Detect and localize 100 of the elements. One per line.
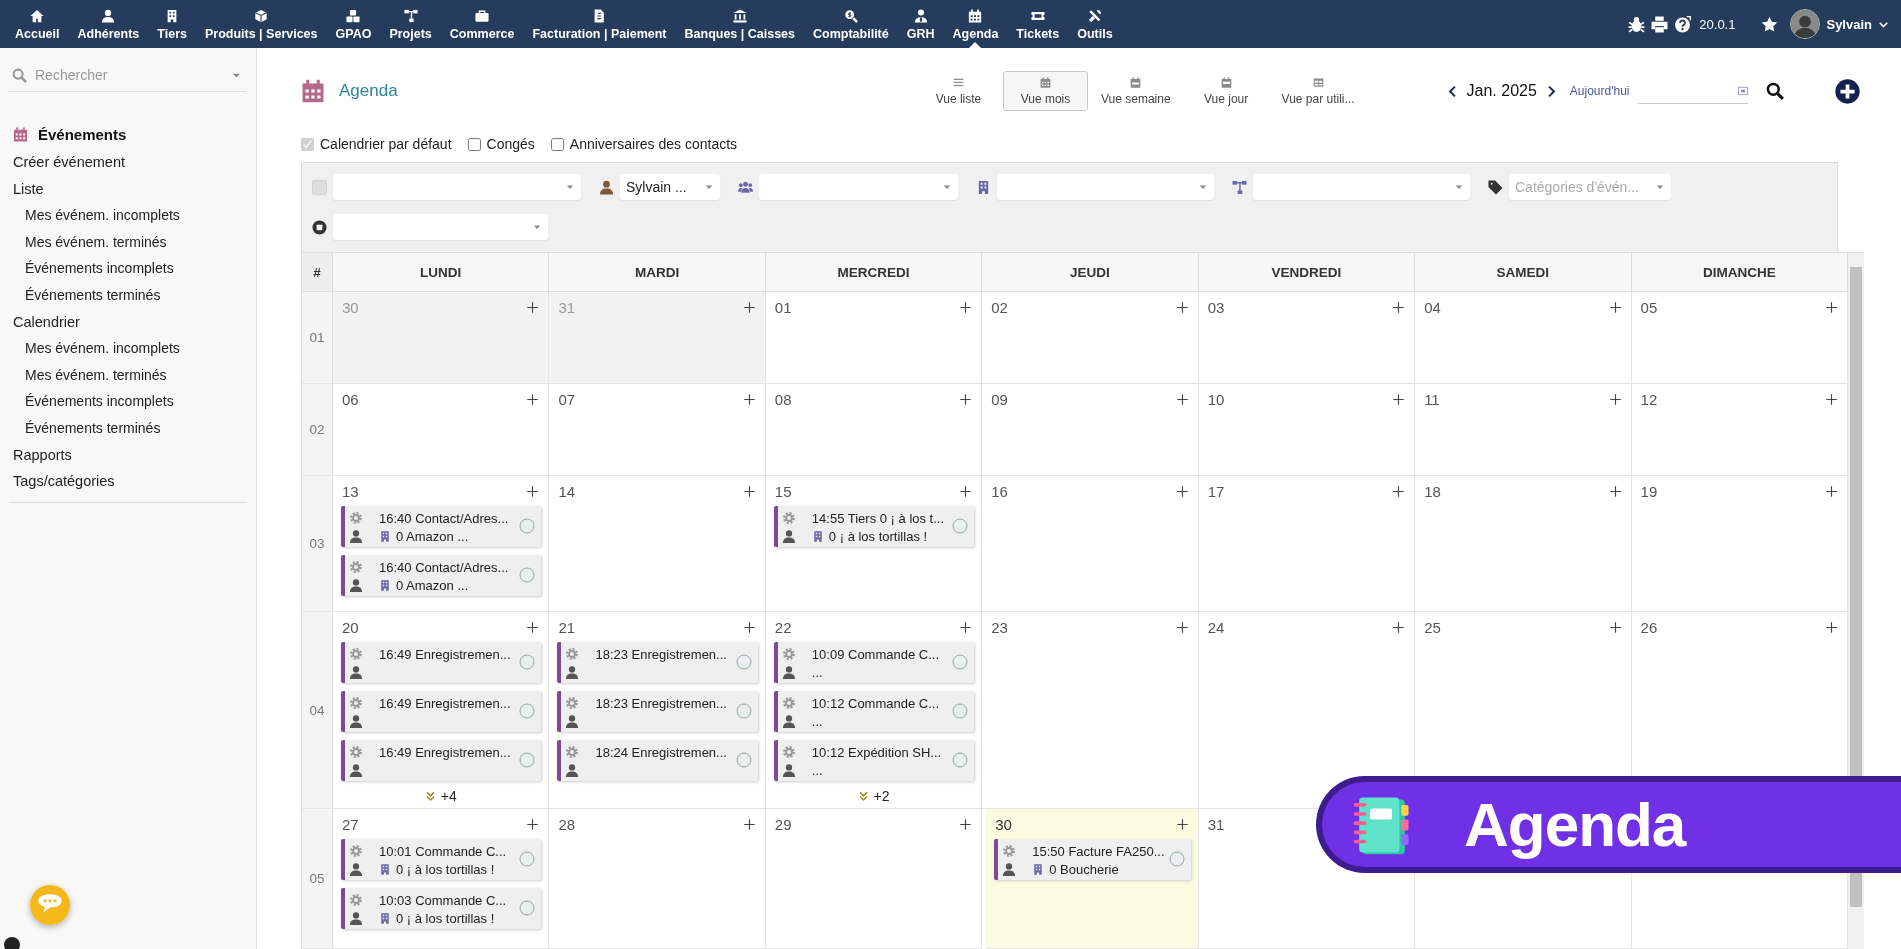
checkbox[interactable] bbox=[467, 137, 481, 151]
column-header: MERCREDI bbox=[765, 253, 983, 292]
add-icon[interactable] bbox=[742, 621, 756, 634]
event-card[interactable]: 16:49 Enregistremen... bbox=[341, 642, 542, 683]
menu-item[interactable]: Tags/catégories bbox=[0, 468, 256, 495]
event-card[interactable]: 10:03 Commande C... 0 ¡ à los tortillas ! bbox=[341, 888, 542, 929]
nav-item[interactable]: Adhérents bbox=[68, 0, 149, 48]
menu-item[interactable]: Rapports bbox=[0, 441, 256, 469]
menu-item[interactable]: Liste bbox=[0, 175, 256, 203]
nav-item[interactable]: GPAO bbox=[326, 0, 381, 48]
nav-item[interactable]: Produits | Services bbox=[195, 0, 327, 48]
event-card[interactable]: 18:24 Enregistremen... bbox=[557, 740, 758, 781]
user-menu[interactable]: Sylvain bbox=[1790, 9, 1889, 39]
add-icon[interactable] bbox=[1825, 301, 1838, 314]
nav-item[interactable]: Tickets bbox=[1007, 0, 1069, 48]
event-card[interactable]: 16:49 Enregistremen... bbox=[341, 691, 542, 732]
add-icon[interactable] bbox=[1392, 393, 1406, 406]
event-card[interactable]: 16:40 Contact/Adres... 0 Amazon ... bbox=[341, 506, 542, 547]
home-icon bbox=[30, 9, 45, 23]
add-icon[interactable] bbox=[1608, 393, 1622, 406]
person-icon bbox=[565, 762, 580, 778]
menu-item[interactable]: Événements incomplets bbox=[0, 255, 256, 282]
add-icon[interactable] bbox=[959, 485, 973, 498]
day-number: 20 bbox=[342, 619, 359, 636]
building-icon bbox=[1032, 862, 1045, 876]
menu-item[interactable]: Mes événem. incomplets bbox=[0, 202, 256, 229]
more-link[interactable]: +2 bbox=[857, 786, 890, 806]
nav-item[interactable]: Agenda bbox=[943, 0, 1008, 48]
add-icon[interactable] bbox=[1825, 621, 1838, 634]
menu-item[interactable]: Mes événem. incomplets bbox=[0, 335, 256, 362]
add-icon[interactable] bbox=[742, 393, 756, 406]
nav-item[interactable]: Commerce bbox=[440, 0, 524, 48]
day-number: 14 bbox=[558, 483, 576, 500]
add-icon[interactable] bbox=[526, 301, 540, 314]
add-icon[interactable] bbox=[1608, 301, 1622, 314]
add-icon[interactable] bbox=[1825, 393, 1838, 406]
add-icon[interactable] bbox=[959, 301, 973, 314]
nav-item[interactable]: Accueil bbox=[6, 0, 69, 48]
event-card[interactable]: 16:49 Enregistremen... bbox=[341, 740, 542, 781]
menu-item[interactable]: Événements incomplets bbox=[0, 388, 256, 415]
menu-item[interactable]: Calendrier bbox=[0, 308, 256, 336]
view-button[interactable]: Vue liste bbox=[916, 71, 1001, 111]
more-link[interactable]: +4 bbox=[424, 786, 457, 806]
person-icon bbox=[599, 179, 614, 195]
group-icon bbox=[738, 179, 753, 195]
day-number: 13 bbox=[342, 483, 359, 500]
nav-item[interactable]: Banques | Caisses bbox=[675, 0, 805, 48]
menu-item[interactable]: Événements terminés bbox=[0, 281, 256, 309]
checkbox[interactable] bbox=[550, 137, 564, 151]
nav-item[interactable]: Facturation | Paiement bbox=[523, 0, 676, 48]
event-title: 10:12 Expédition SH... bbox=[811, 744, 942, 760]
event-card[interactable]: 18:23 Enregistremen... bbox=[557, 642, 758, 683]
nav-item[interactable]: GRH bbox=[897, 0, 944, 48]
add-icon[interactable] bbox=[1175, 393, 1189, 406]
event-card[interactable]: 16:40 Contact/Adres... 0 Amazon ... bbox=[341, 555, 542, 596]
nav-item[interactable]: Outils bbox=[1068, 0, 1122, 48]
add-icon[interactable] bbox=[1392, 485, 1406, 498]
event-card[interactable]: 15:50 Facture FA250... 0 Boucherie bbox=[994, 839, 1191, 880]
menu-item[interactable]: Mes événem. terminés bbox=[0, 228, 256, 256]
dropdown[interactable]: Sylvain ... bbox=[620, 174, 720, 200]
add-icon[interactable] bbox=[1608, 485, 1622, 498]
add-icon[interactable] bbox=[742, 485, 756, 498]
event-card[interactable]: 10:01 Commande C... 0 ¡ à los tortillas ! bbox=[341, 839, 542, 880]
add-icon[interactable] bbox=[1175, 818, 1189, 831]
event-note: ... bbox=[811, 762, 823, 778]
document-icon bbox=[592, 9, 607, 23]
event-card[interactable]: 10:12 Expédition SH... ... bbox=[773, 740, 975, 781]
add-icon[interactable] bbox=[1175, 301, 1189, 314]
add-icon[interactable] bbox=[1175, 621, 1189, 634]
add-event-button[interactable] bbox=[1835, 78, 1860, 104]
menu-item[interactable]: Événements terminés bbox=[0, 414, 256, 442]
search-field[interactable]: Rechercher bbox=[33, 66, 225, 84]
nav-item[interactable]: Tiers bbox=[148, 0, 196, 48]
add-icon[interactable] bbox=[526, 818, 540, 831]
add-icon[interactable] bbox=[1825, 485, 1838, 498]
event-card[interactable]: 18:23 Enregistremen... bbox=[557, 691, 758, 732]
add-icon[interactable] bbox=[1392, 621, 1406, 634]
menu-item[interactable]: Créer événement bbox=[0, 149, 256, 176]
add-icon[interactable] bbox=[1175, 485, 1189, 498]
add-icon[interactable] bbox=[742, 818, 756, 831]
view-button[interactable]: Vue mois bbox=[1003, 71, 1088, 111]
add-icon[interactable] bbox=[742, 301, 756, 314]
view-button[interactable]: Vue semaine bbox=[1090, 71, 1182, 111]
event-card[interactable]: 10:12 Commande C... ... bbox=[773, 691, 975, 732]
add-icon[interactable] bbox=[1608, 621, 1622, 634]
add-icon[interactable] bbox=[959, 818, 973, 831]
add-icon[interactable] bbox=[526, 393, 540, 406]
today-link[interactable]: Aujourd'hui bbox=[1569, 84, 1630, 98]
view-button[interactable]: Vue jour bbox=[1183, 71, 1269, 111]
event-card[interactable]: 10:09 Commande C... ... bbox=[773, 642, 975, 683]
nav-item[interactable]: Comptabilité bbox=[804, 0, 898, 48]
add-icon[interactable] bbox=[526, 621, 540, 634]
add-icon[interactable] bbox=[959, 393, 973, 406]
nav-item[interactable]: Projets bbox=[380, 0, 441, 48]
add-icon[interactable] bbox=[959, 621, 973, 634]
add-icon[interactable] bbox=[526, 485, 540, 498]
menu-item[interactable]: Mes événem. terminés bbox=[0, 361, 256, 389]
add-icon[interactable] bbox=[1392, 301, 1406, 314]
view-button[interactable]: Vue par utili... bbox=[1270, 71, 1366, 111]
event-card[interactable]: 14:55 Tiers 0 ¡ à los t... 0 ¡ à los tortillas ! bbox=[773, 506, 975, 547]
